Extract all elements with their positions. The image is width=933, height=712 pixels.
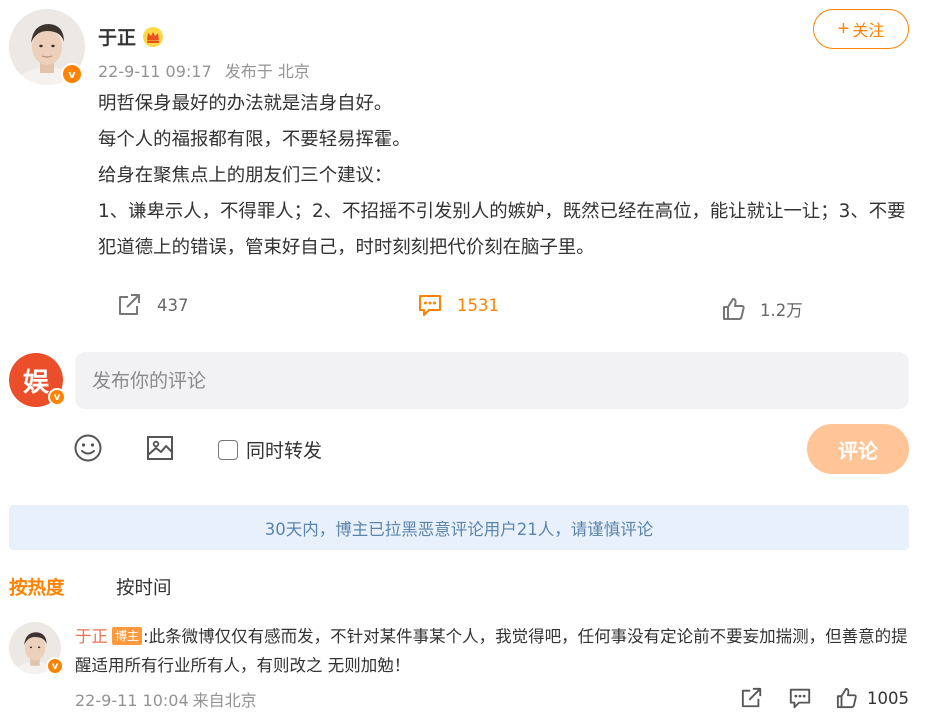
image-icon [147,436,173,460]
post-line: 每个人的福报都有限，不要轻易挥霍。 [98,129,411,150]
post-author: 于正 [98,23,164,50]
blacklist-notice: 30天内，博主已拉黑恶意评论用户21人，请谨慎评论 [9,505,909,550]
verified-icon: v [61,63,83,85]
like-icon [836,687,857,709]
sort-by-time[interactable]: 按时间 [116,574,172,600]
submit-comment-button[interactable]: 评论 [807,424,909,474]
emoji-icon [74,434,102,462]
like-count: 1.2万 [760,301,803,320]
commenter-avatar[interactable]: v [9,622,64,675]
post-line: 给身在聚焦点上的朋友们三个建议： [98,165,393,186]
comment-repost-button[interactable] [740,686,764,710]
comment-text: :此条微博仅仅有感而发，不针对某件事某个人，我觉得吧，任何事没有定论前不要妄加揣… [75,627,908,675]
post-meta: 22-9-11 09:17 发布于 北京 [98,58,310,82]
like-button[interactable]: 1.2万 [722,294,803,324]
avatar-glyph: 娱 [22,367,49,398]
checkbox-box[interactable] [218,439,238,460]
repost-icon [741,687,762,708]
comment-like-button[interactable]: 1005 [836,686,909,710]
like-icon [723,298,745,320]
my-avatar[interactable]: 娱 v [9,353,66,407]
comment-like-count: 1005 [867,688,909,708]
follow-button[interactable]: + 关注 [813,9,909,49]
comment-button[interactable]: 1531 [417,290,499,320]
crown-icon [142,26,164,48]
follow-label: 关注 [852,23,885,40]
comment-source: 来自北京 [192,691,257,710]
comment-reply-button[interactable] [788,686,812,710]
comment-meta: 22-9-11 10:04 来自北京 [75,687,257,711]
post-location: 发布于 北京 [224,62,310,81]
plus-icon: + [837,18,850,40]
author-avatar[interactable]: v [9,9,85,85]
emoji-button[interactable] [72,432,104,464]
sort-by-hot[interactable]: 按热度 [9,574,65,600]
comment-icon [789,688,811,709]
author-name[interactable]: 于正 [98,23,136,50]
post-line: 1、谦卑示人，不得罪人；2、不招摇不引发别人的嫉妒，既然已经在高位，能让就让一让… [98,201,906,258]
repost-icon [119,294,140,315]
verified-icon: v [46,657,64,675]
comment-time: 22-9-11 10:04 [75,691,189,710]
post-body: 明哲保身最好的办法就是洁身自好。 每个人的福报都有限，不要轻易挥霍。 给身在聚焦… [98,86,913,266]
repost-button[interactable]: 437 [117,290,189,320]
author-tag: 博主 [112,627,143,645]
commenter-name[interactable]: 于正 [75,627,108,646]
verified-icon: v [48,388,66,406]
comment-body: 于正 博主:此条微博仅仅有感而发，不针对某件事某个人，我觉得吧，任何事没有定论前不… [75,622,910,680]
comment-input[interactable] [75,352,909,409]
post-time[interactable]: 22-9-11 09:17 [98,62,212,81]
image-button[interactable] [144,432,176,464]
post-line: 明哲保身最好的办法就是洁身自好。 [98,93,393,114]
repost-count: 437 [157,295,189,315]
repost-check-label: 同时转发 [246,440,323,462]
repost-checkbox[interactable]: 同时转发 [218,436,322,463]
comment-icon [419,295,441,316]
comment-count: 1531 [457,295,499,315]
